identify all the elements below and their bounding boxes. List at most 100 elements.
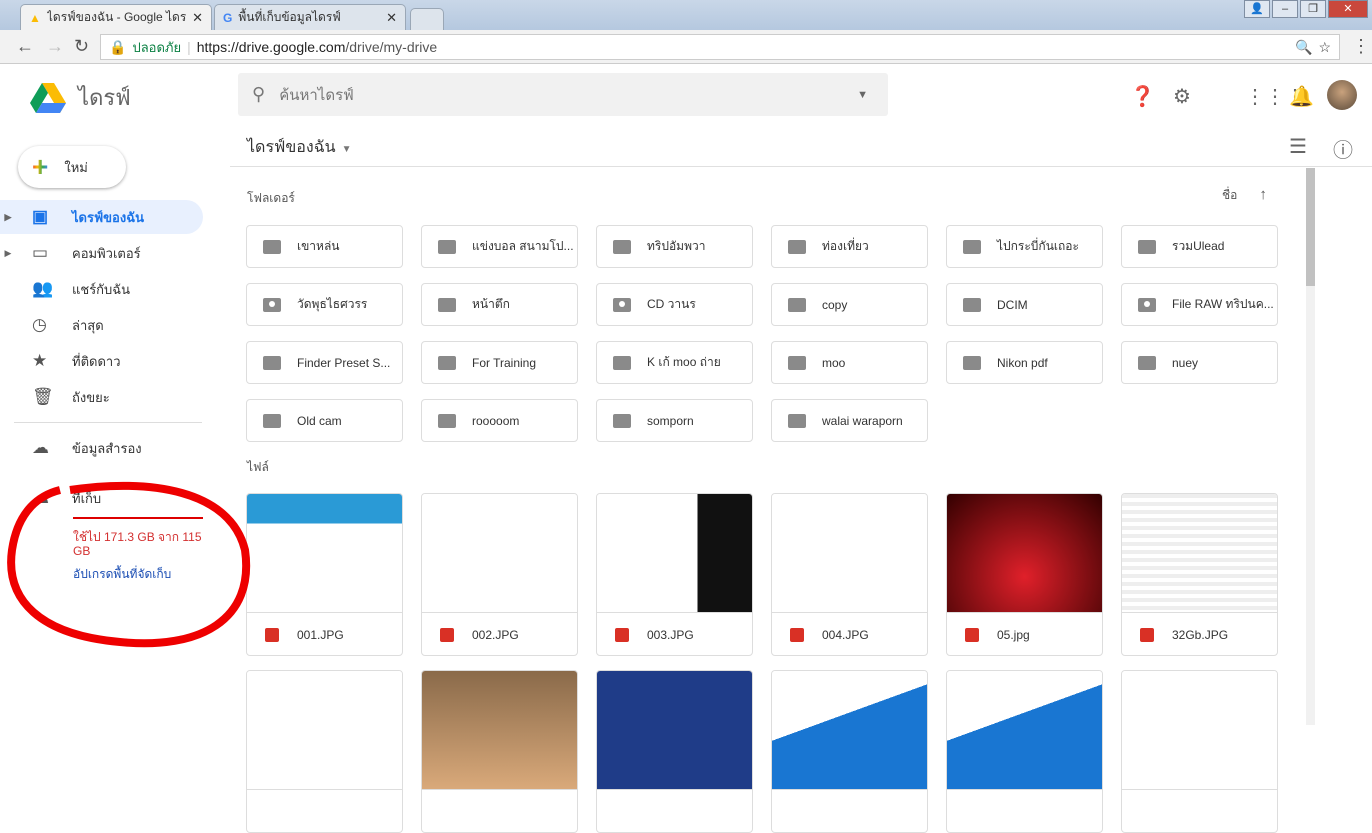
file-item[interactable] xyxy=(421,670,578,833)
close-tab-icon[interactable]: ✕ xyxy=(192,10,203,26)
drive-header: ไดรฟ์ ⚲ ค้นหาไดรฟ์ ▼ ❓ ⚙ ⋮⋮⋮ 🔔 xyxy=(0,64,1372,124)
list-view-icon[interactable]: ☰ xyxy=(1289,134,1307,159)
file-item[interactable] xyxy=(246,670,403,833)
folder-item[interactable]: ไปกระบี่กันเถอะ xyxy=(946,225,1103,268)
reload-icon[interactable]: ↻ xyxy=(74,36,89,57)
folder-item[interactable]: DCIM xyxy=(946,283,1103,326)
folder-icon xyxy=(963,239,981,254)
sidebar-item-computers[interactable]: ▶ ▭ คอมพิวเตอร์ xyxy=(0,236,203,270)
image-file-icon xyxy=(790,627,804,642)
forward-icon[interactable]: → xyxy=(46,36,64,57)
file-item[interactable] xyxy=(1121,670,1278,833)
folder-item[interactable]: แข่งบอล สนามโป... xyxy=(421,225,578,268)
folder-icon xyxy=(438,413,456,428)
folder-item[interactable]: nuey xyxy=(1121,341,1278,384)
back-icon[interactable]: ← xyxy=(16,36,34,57)
sort-by-name-button[interactable]: ชื่อ ↑ xyxy=(1222,186,1267,205)
trash-icon: 🗑 xyxy=(32,387,54,406)
menu-icon[interactable]: ⋮ xyxy=(1352,36,1370,57)
tab-storage[interactable]: G พื้นที่เก็บข้อมูลไดรฟ์ ✕ xyxy=(214,4,406,30)
cloud-icon: ☁ xyxy=(32,438,49,457)
file-item[interactable]: 003.JPG xyxy=(596,493,753,656)
folder-icon xyxy=(613,239,631,254)
file-item[interactable]: 32Gb.JPG xyxy=(1121,493,1278,656)
file-item[interactable] xyxy=(596,670,753,833)
sidebar-item-starred[interactable]: ★ ที่ติดดาว xyxy=(0,344,203,378)
expand-icon[interactable]: ▶ xyxy=(0,248,16,259)
folder-item[interactable]: File RAW ทริปนค... xyxy=(1121,283,1278,326)
folder-item[interactable]: rooooom xyxy=(421,399,578,442)
file-item[interactable] xyxy=(771,670,928,833)
scrollbar-thumb[interactable] xyxy=(1306,168,1315,286)
folder-item[interactable]: K เก้ moo ถ่าย xyxy=(596,341,753,384)
folder-item[interactable]: ทริปอัมพวา xyxy=(596,225,753,268)
search-icon: ⚲ xyxy=(252,84,266,104)
file-item[interactable]: 001.JPG xyxy=(246,493,403,656)
folder-item[interactable]: CD วานร xyxy=(596,283,753,326)
sidebar-item-my-drive[interactable]: ▶ ▣ ไดรฟ์ของฉัน xyxy=(0,200,203,234)
maximize-icon[interactable]: ❐ xyxy=(1300,0,1326,18)
clock-icon: ◷ xyxy=(32,315,47,334)
folder-item[interactable]: หน้าตึก xyxy=(421,283,578,326)
new-tab-button[interactable] xyxy=(410,8,444,30)
files-heading: ไฟล์ xyxy=(247,460,269,474)
notifications-icon[interactable]: 🔔 xyxy=(1289,84,1314,109)
shared-folder-icon xyxy=(263,297,281,312)
folder-item[interactable]: moo xyxy=(771,341,928,384)
sidebar-item-storage[interactable]: ☁ ที่เก็บ xyxy=(0,481,203,515)
close-tab-icon[interactable]: ✕ xyxy=(386,10,397,26)
sidebar-item-recent[interactable]: ◷ ล่าสุด xyxy=(0,308,203,342)
search-options-icon[interactable]: ▼ xyxy=(857,89,868,101)
file-thumbnail xyxy=(1122,671,1277,790)
storage-usage-bar xyxy=(73,517,203,519)
folder-icon xyxy=(263,239,281,254)
file-thumbnail xyxy=(597,494,752,613)
star-icon: ★ xyxy=(32,351,48,370)
folder-item[interactable]: Nikon pdf xyxy=(946,341,1103,384)
scrollbar[interactable] xyxy=(1306,168,1315,725)
folder-item[interactable]: ท่องเที่ยว xyxy=(771,225,928,268)
folder-item[interactable]: วัดพุธไธศวรร xyxy=(246,283,403,326)
folder-item[interactable]: copy xyxy=(771,283,928,326)
folder-icon xyxy=(788,239,806,254)
zoom-icon[interactable]: 🔍 xyxy=(1295,39,1312,56)
sidebar-item-trash[interactable]: 🗑 ถังขยะ xyxy=(0,380,203,414)
tab-my-drive[interactable]: ▲ ไดรฟ์ของฉัน - Google ไดรฟ์ ✕ xyxy=(20,4,212,30)
avatar[interactable] xyxy=(1327,80,1357,110)
folder-item[interactable]: เขาหล่น xyxy=(246,225,403,268)
sidebar-item-backups[interactable]: ☁ ข้อมูลสำรอง xyxy=(0,431,203,465)
new-button[interactable]: + ใหม่ xyxy=(18,146,126,188)
minimize-icon[interactable]: – xyxy=(1272,0,1298,18)
folder-item[interactable]: Old cam xyxy=(246,399,403,442)
folder-item[interactable]: walai waraporn xyxy=(771,399,928,442)
folder-icon xyxy=(438,239,456,254)
folder-item[interactable]: Finder Preset S... xyxy=(246,341,403,384)
file-item[interactable]: 002.JPG xyxy=(421,493,578,656)
help-icon[interactable]: ❓ xyxy=(1130,84,1155,109)
lock-icon: 🔒 xyxy=(109,38,127,55)
sort-arrow-up-icon[interactable]: ↑ xyxy=(1259,186,1267,203)
my-drive-dropdown[interactable]: ไดรฟ์ของฉัน ▼ xyxy=(247,135,351,160)
folder-item[interactable]: somporn xyxy=(596,399,753,442)
folder-item[interactable]: รวมUlead xyxy=(1121,225,1278,268)
drive-favicon-icon: ▲ xyxy=(29,10,41,25)
settings-gear-icon[interactable]: ⚙ xyxy=(1173,84,1191,109)
file-thumbnail xyxy=(947,494,1102,613)
file-item[interactable] xyxy=(946,670,1103,833)
upgrade-storage-link[interactable]: อัปเกรดพื้นที่จัดเก็บ xyxy=(73,565,171,584)
close-window-icon[interactable]: ✕ xyxy=(1328,0,1368,18)
image-file-icon xyxy=(615,627,629,642)
drive-logo[interactable]: ไดรฟ์ xyxy=(30,80,131,115)
search-input[interactable]: ⚲ ค้นหาไดรฟ์ ▼ xyxy=(238,73,888,116)
file-item[interactable]: 004.JPG xyxy=(771,493,928,656)
info-icon[interactable]: ⓘ xyxy=(1333,134,1353,163)
url-bar[interactable]: 🔒 ปลอดภัย | https://drive.google.com/dri… xyxy=(100,34,1340,60)
people-icon: 👥 xyxy=(32,279,54,298)
user-icon[interactable]: 👤 xyxy=(1244,0,1270,18)
folder-item[interactable]: For Training xyxy=(421,341,578,384)
plus-icon: + xyxy=(32,151,49,182)
expand-icon[interactable]: ▶ xyxy=(0,212,16,223)
sidebar-item-shared[interactable]: 👥 แชร์กับฉัน xyxy=(0,272,203,306)
bookmark-star-icon[interactable]: ☆ xyxy=(1318,39,1331,56)
file-item[interactable]: 05.jpg xyxy=(946,493,1103,656)
